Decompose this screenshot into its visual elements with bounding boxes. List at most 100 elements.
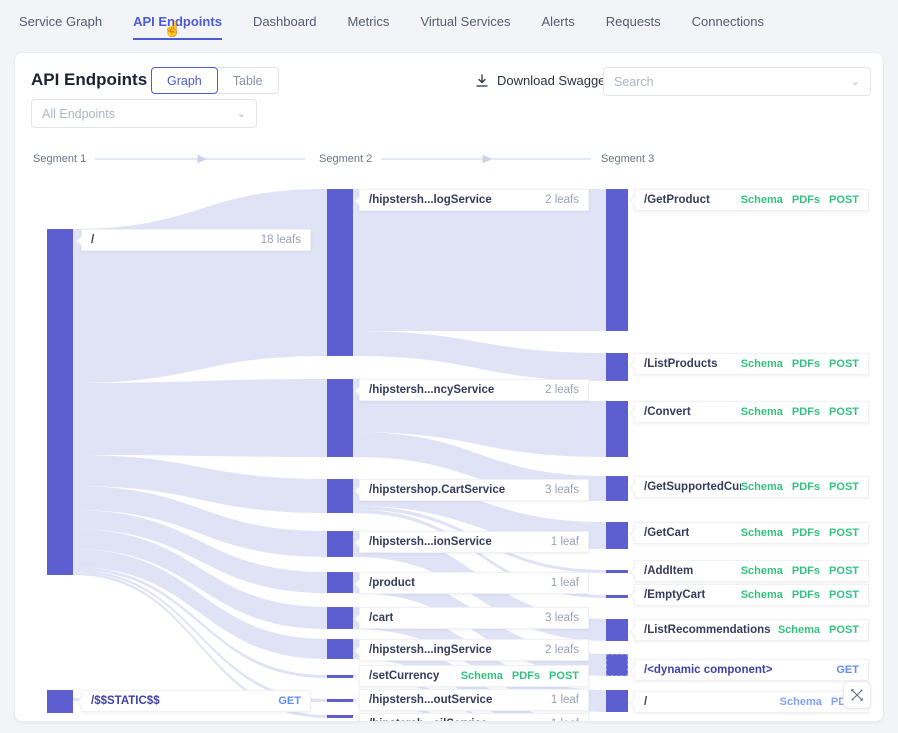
node-leaf-count: 1 leaf xyxy=(551,718,579,722)
nav-alerts[interactable]: Alerts xyxy=(542,14,575,38)
node-catalogservice[interactable]: /hipstersh...logService 2 leafs xyxy=(359,189,589,211)
sankey-bar-cartservice[interactable] xyxy=(327,479,353,513)
node-root-leaf[interactable]: / Schema PDFs xyxy=(634,691,869,713)
schema-link[interactable]: Schema xyxy=(461,670,503,682)
node-label: /product xyxy=(369,577,415,589)
node-cartservice[interactable]: /hipstershop.CartService 3 leafs xyxy=(359,479,589,501)
node-listproducts[interactable]: /ListProducts Schema PDFs POST xyxy=(634,353,869,375)
schema-link[interactable]: Schema xyxy=(741,406,783,418)
node-dynamic-component[interactable]: /<dynamic component> GET xyxy=(634,659,869,681)
sankey-bar-dynamic-component[interactable] xyxy=(606,654,628,676)
node-getsupportedcurrencies[interactable]: /GetSupportedCurrencies Schema PDFs POST xyxy=(634,476,869,498)
method-link[interactable]: POST xyxy=(829,589,859,601)
node-shippingservice[interactable]: /hipstersh...ingService 2 leafs xyxy=(359,639,589,661)
nav-virtual-services[interactable]: Virtual Services xyxy=(420,14,510,38)
sankey-bar-shippingservice[interactable] xyxy=(327,639,353,659)
sankey-bar-getproduct[interactable] xyxy=(606,189,628,331)
sankey-bar-getsupportedcurrencies[interactable] xyxy=(606,476,628,501)
node-leaf-count: 2 leafs xyxy=(545,384,579,396)
sankey-bar-static[interactable] xyxy=(47,690,73,713)
pdfs-link[interactable]: PDFs xyxy=(792,358,820,370)
node-emptycart[interactable]: /EmptyCart Schema PDFs POST xyxy=(634,584,869,606)
nav-service-graph[interactable]: Service Graph xyxy=(19,14,102,38)
node-getcart[interactable]: /GetCart Schema PDFs POST xyxy=(634,522,869,544)
node-additem[interactable]: /AddItem Schema PDFs POST xyxy=(634,560,869,582)
node-recommendationservice[interactable]: /hipstersh...ionService 1 leaf xyxy=(359,531,589,553)
node-static[interactable]: /$$STATIC$$ GET xyxy=(81,690,311,712)
sankey-bar-convert[interactable] xyxy=(606,401,628,457)
schema-link[interactable]: Schema xyxy=(741,589,783,601)
method-link[interactable]: POST xyxy=(829,358,859,370)
sankey-bar-currencyservice[interactable] xyxy=(327,379,353,457)
page: Service Graph API Endpoints Dashboard Me… xyxy=(0,0,898,733)
pdfs-link[interactable]: PDFs xyxy=(792,565,820,577)
schema-link[interactable]: Schema xyxy=(741,481,783,493)
node-getproduct[interactable]: /GetProduct Schema PDFs POST xyxy=(634,189,869,211)
sankey-bar-setcurrency[interactable] xyxy=(327,675,353,678)
sankey-bar-getcart[interactable] xyxy=(606,522,628,549)
method-link[interactable]: GET xyxy=(278,695,301,707)
schema-link[interactable]: Schema xyxy=(778,624,820,636)
node-label: /cart xyxy=(369,612,393,624)
nav-metrics[interactable]: Metrics xyxy=(348,14,390,38)
sankey-bar-checkoutservice[interactable] xyxy=(327,699,353,702)
sankey-bar-recommendationservice[interactable] xyxy=(327,531,353,557)
sankey-bar-catalogservice[interactable] xyxy=(327,189,353,356)
sankey-bar-cart[interactable] xyxy=(327,607,353,629)
nav-requests[interactable]: Requests xyxy=(606,14,661,38)
pdfs-link[interactable]: PDFs xyxy=(792,589,820,601)
fit-to-screen-button[interactable] xyxy=(843,681,871,709)
sankey-bar-root-leaf[interactable] xyxy=(606,690,628,712)
node-checkoutservice[interactable]: /hipstersh...outService 1 leaf xyxy=(359,689,589,711)
node-label: /GetSupportedCurrencies xyxy=(644,481,741,493)
sankey-bar-product[interactable] xyxy=(327,572,353,593)
node-emailservice[interactable]: /hipstersh...ailService 1 leaf xyxy=(359,713,589,722)
node-currencyservice[interactable]: /hipstersh...ncyService 2 leafs xyxy=(359,379,589,401)
node-root[interactable]: / 18 leafs xyxy=(81,229,311,251)
schema-link[interactable]: Schema xyxy=(780,696,822,708)
method-link[interactable]: POST xyxy=(829,565,859,577)
node-product[interactable]: /product 1 leaf xyxy=(359,572,589,594)
node-convert[interactable]: /Convert Schema PDFs POST xyxy=(634,401,869,423)
method-link[interactable]: POST xyxy=(829,406,859,418)
schema-link[interactable]: Schema xyxy=(741,527,783,539)
sankey-bar-listrecommendations[interactable] xyxy=(606,619,628,641)
method-link[interactable]: POST xyxy=(829,481,859,493)
pdfs-link[interactable]: PDFs xyxy=(792,481,820,493)
node-label: /Convert xyxy=(644,406,691,418)
method-link[interactable]: POST xyxy=(829,624,859,636)
node-label: /hipstersh...logService xyxy=(369,194,492,206)
pdfs-link[interactable]: PDFs xyxy=(792,406,820,418)
node-label: /<dynamic component> xyxy=(644,664,772,676)
sankey-bar-listproducts[interactable] xyxy=(606,353,628,381)
pdfs-link[interactable]: PDFs xyxy=(512,670,540,682)
sankey-bar-emailservice[interactable] xyxy=(327,715,353,718)
method-link[interactable]: POST xyxy=(549,670,579,682)
method-link[interactable]: GET xyxy=(836,664,859,676)
schema-link[interactable]: Schema xyxy=(741,194,783,206)
pdfs-link[interactable]: PDFs xyxy=(792,527,820,539)
method-link[interactable]: POST xyxy=(829,527,859,539)
sankey-bar-root[interactable] xyxy=(47,229,73,575)
node-label: /ListProducts xyxy=(644,358,717,370)
sankey-bar-emptycart[interactable] xyxy=(606,595,628,598)
node-listrecommendations[interactable]: /ListRecommendations Schema POST xyxy=(634,619,869,641)
node-leaf-count: 3 leafs xyxy=(545,484,579,496)
nav-connections[interactable]: Connections xyxy=(692,14,764,38)
pdfs-link[interactable]: PDFs xyxy=(792,194,820,206)
node-label: /GetCart xyxy=(644,527,689,539)
node-leaf-count: 1 leaf xyxy=(551,577,579,589)
node-cart[interactable]: /cart 3 leafs xyxy=(359,607,589,629)
graph-view-button[interactable]: Graph xyxy=(151,67,218,94)
api-endpoints-panel: API Endpoints Graph Table Download Swagg… xyxy=(14,52,884,722)
node-leaf-count: 2 leafs xyxy=(545,644,579,656)
node-setcurrency[interactable]: /setCurrency Schema PDFs POST xyxy=(359,665,589,687)
node-label: / xyxy=(644,696,647,708)
expand-arrows-icon xyxy=(850,688,864,702)
nav-dashboard[interactable]: Dashboard xyxy=(253,14,317,38)
sankey-bar-additem[interactable] xyxy=(606,570,628,573)
schema-link[interactable]: Schema xyxy=(741,565,783,577)
method-link[interactable]: POST xyxy=(829,194,859,206)
mouse-cursor-icon: ☝ xyxy=(163,20,182,38)
schema-link[interactable]: Schema xyxy=(741,358,783,370)
